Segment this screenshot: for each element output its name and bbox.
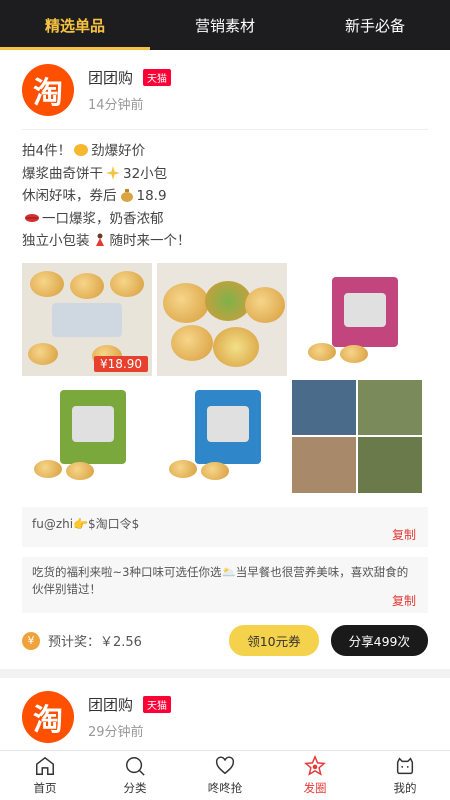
post-header: 淘 团团购 天猫 14分钟前 (22, 50, 428, 130)
tab-featured[interactable]: 精选单品 (0, 0, 150, 50)
product-image[interactable] (22, 379, 152, 493)
desc-line: 休闲好味，券后 18.9 (22, 188, 167, 204)
lips-icon (25, 213, 39, 222)
tao-code-box: fu@zhi👉$淘口令$ 复制 (22, 506, 428, 547)
tab-beginner[interactable]: 新手必备 (300, 0, 450, 50)
fist-icon (74, 144, 89, 156)
moneybag-icon (120, 189, 133, 202)
nav-category[interactable]: 分类 (90, 751, 180, 800)
product-image-grid: ¥18.90 (22, 262, 422, 493)
taobao-logo: 淘 (22, 691, 74, 743)
share-button[interactable]: 分享499次 (330, 625, 428, 656)
desc-line: 独立小包装 随时来一个！ (22, 233, 191, 249)
nav-label: 首页 (33, 781, 57, 795)
dancer-icon (95, 233, 104, 246)
coin-icon: ¥ (22, 631, 40, 650)
taobao-logo: 淘 (22, 63, 74, 116)
nav-label: 咚咚抢 (207, 781, 243, 795)
nav-label: 发圈 (303, 781, 327, 795)
copy-button[interactable]: 复制 (392, 526, 416, 543)
product-image[interactable]: ¥18.90 (22, 262, 152, 376)
heart-icon (215, 756, 235, 775)
author-name: 团团购 (88, 68, 134, 87)
post-header: 淘 团团购 天猫 29分钟前 (22, 678, 428, 751)
home-icon (36, 756, 54, 775)
tmall-badge: 天猫 (143, 696, 172, 713)
tao-code-text: fu@zhi👉$淘口令$ (32, 516, 140, 531)
nav-flash-sale[interactable]: 咚咚抢 (180, 751, 270, 800)
tab-marketing[interactable]: 营销素材 (150, 0, 300, 50)
desc-line: 拍4件！ 劲爆好价 (22, 143, 146, 159)
feed[interactable]: 淘 团团购 天猫 14分钟前 拍4件！ 劲爆好价 爆浆曲奇饼干 32小包 休闲好味，… (0, 50, 450, 750)
desc-line: 一口爆浆，奶香浓郁 (22, 208, 428, 231)
copywriting-text: 吃货的福利来啦~3种口味可选任你选🌥️当早餐也很营养美味，喜欢甜食的伙伴别错过！ (32, 564, 409, 596)
top-tab-bar: 精选单品 营销素材 新手必备 (0, 0, 450, 50)
copy-button[interactable]: 复制 (392, 592, 416, 609)
price-tag: ¥18.90 (94, 355, 148, 372)
product-image[interactable] (157, 379, 287, 493)
estimated-reward: 预计奖：￥2.56 (48, 635, 142, 650)
sparkle-icon (106, 165, 120, 180)
nav-label: 分类 (123, 781, 147, 795)
desc-line: 爆浆曲奇饼干 32小包 (22, 165, 168, 182)
post-footer: ¥ 预计奖：￥2.56 领10元券 分享499次 (22, 613, 428, 669)
face-icon (396, 757, 414, 775)
product-image[interactable] (292, 379, 422, 493)
search-icon (126, 757, 145, 776)
nav-label: 我的 (393, 781, 417, 795)
bottom-nav: 首页 分类 咚咚抢 发圈 我的 (0, 750, 450, 800)
post-description: 拍4件！ 劲爆好价 爆浆曲奇饼干 32小包 休闲好味，券后 18.9 一口爆浆，奶香浓… (22, 130, 428, 253)
get-coupon-button[interactable]: 领10元券 (229, 625, 319, 656)
product-image[interactable] (292, 262, 422, 376)
nav-home[interactable]: 首页 (0, 751, 90, 800)
copywriting-box: 吃货的福利来啦~3种口味可选任你选🌥️当早餐也很营养美味，喜欢甜食的伙伴别错过！… (22, 556, 428, 613)
author-name: 团团购 (88, 696, 134, 714)
post-time: 14分钟前 (88, 97, 144, 113)
product-image[interactable] (157, 262, 287, 376)
star-icon (304, 755, 326, 776)
tmall-badge: 天猫 (143, 68, 172, 86)
nav-moments[interactable]: 发圈 (270, 751, 360, 800)
post-card: 淘 团团购 天猫 14分钟前 拍4件！ 劲爆好价 爆浆曲奇饼干 32小包 休闲好味，… (0, 50, 450, 669)
nav-mine[interactable]: 我的 (360, 751, 450, 800)
post-time: 29分钟前 (88, 725, 144, 740)
post-card: 淘 团团购 天猫 29分钟前 (0, 677, 450, 751)
